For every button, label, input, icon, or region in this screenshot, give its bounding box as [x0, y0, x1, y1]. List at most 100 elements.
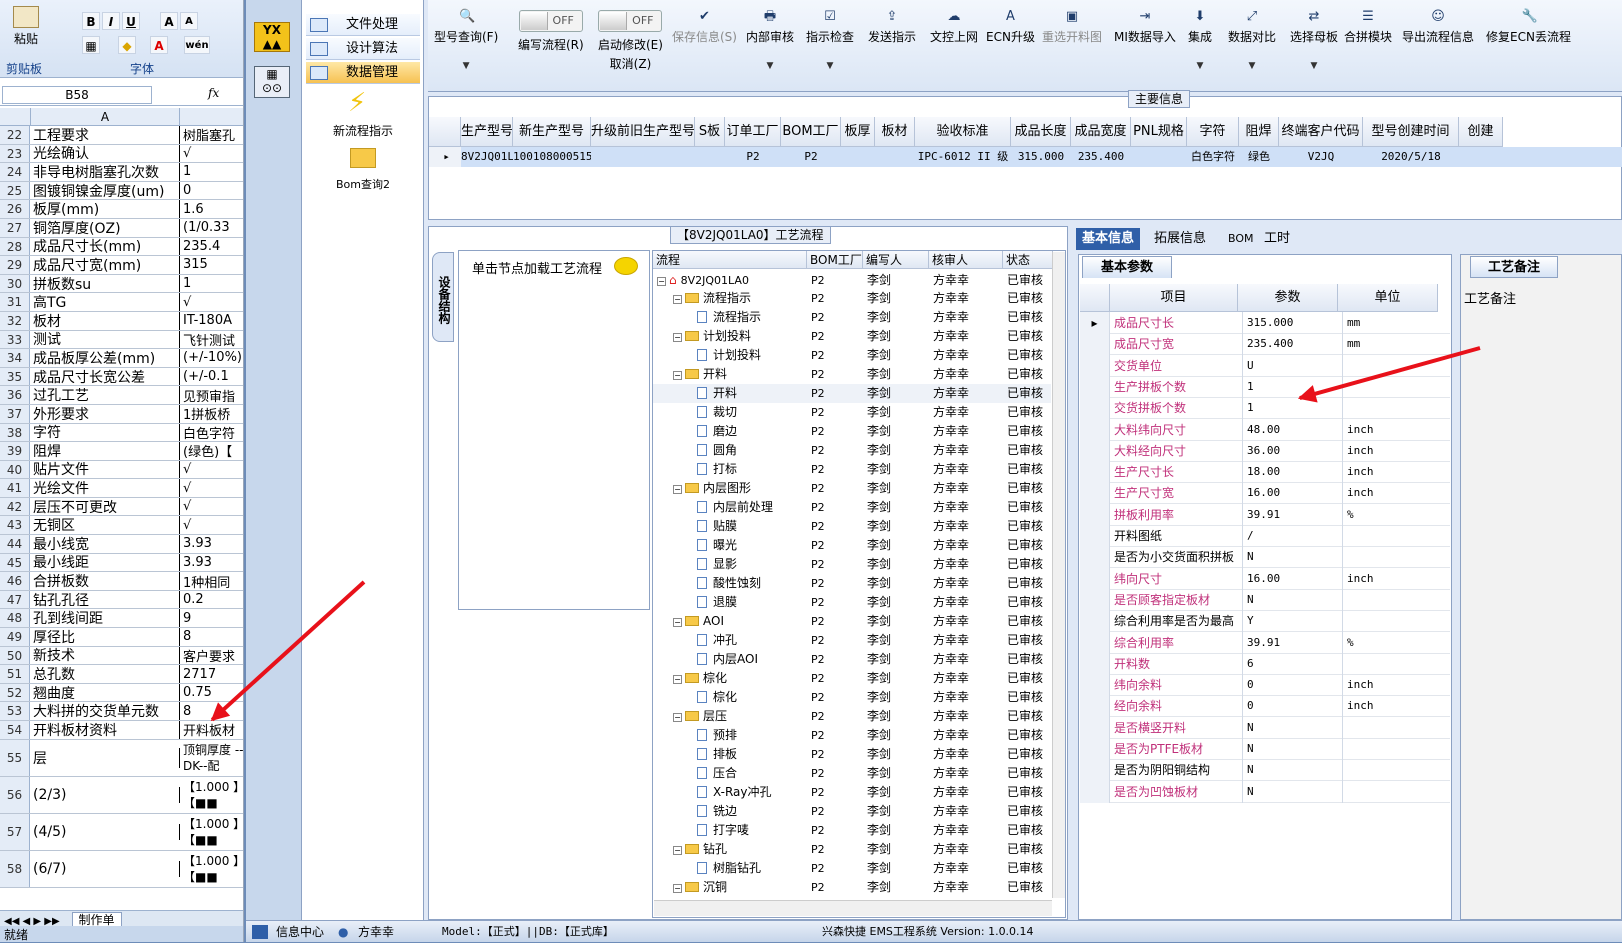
- row-number[interactable]: 26: [0, 200, 30, 218]
- collapse-icon[interactable]: −: [673, 884, 682, 893]
- row-number[interactable]: 24: [0, 163, 30, 181]
- row-number[interactable]: 49: [0, 628, 30, 646]
- cell-a[interactable]: 成品尺寸长(mm): [30, 237, 180, 256]
- cell-a[interactable]: 孔到线间距: [30, 609, 180, 628]
- tree-node[interactable]: 树脂钻孔: [697, 859, 761, 878]
- tree-column-header[interactable]: 核审人: [929, 251, 1003, 269]
- phonetic-button[interactable]: wén: [184, 36, 210, 54]
- dropdown-arrow-icon[interactable]: ▼: [434, 61, 498, 71]
- cell-a[interactable]: (2/3): [30, 786, 180, 803]
- tree-row[interactable]: 树脂钻孔 P2 李剑 方幸幸 已审核: [653, 859, 1051, 878]
- basic-param-row[interactable]: 开料数 6: [1080, 652, 1450, 675]
- tree-node[interactable]: 裁切: [697, 403, 737, 422]
- border-button[interactable]: ▦: [82, 36, 100, 54]
- cell-b[interactable]: 客户要求: [180, 647, 243, 664]
- column-header[interactable]: 板材: [875, 117, 915, 147]
- toolbar-button-6[interactable]: ☑ 指示检查 ▼: [806, 10, 854, 72]
- basic-param-row[interactable]: 是否为凹蚀板材 N: [1080, 780, 1450, 803]
- cell-a[interactable]: 层压不可更改: [30, 497, 180, 516]
- row-selector[interactable]: [1080, 354, 1110, 377]
- tree-node[interactable]: − AOI: [673, 612, 724, 631]
- cell-b[interactable]: 9: [180, 611, 243, 626]
- param-value[interactable]: 39.91: [1242, 631, 1338, 654]
- cell-b[interactable]: 0: [180, 183, 243, 198]
- basic-param-row[interactable]: 纬向余料 0 inch: [1080, 674, 1450, 697]
- info-center-label[interactable]: 信息中心: [276, 921, 324, 943]
- basic-param-row[interactable]: ▸ 成品尺寸长 315.000 mm: [1080, 312, 1450, 334]
- cell-b[interactable]: 顶铜厚度 --DK--配: [180, 742, 243, 774]
- collapse-icon[interactable]: −: [673, 846, 682, 855]
- cell-a[interactable]: 高TG: [30, 293, 180, 311]
- row-selector[interactable]: [1080, 461, 1110, 484]
- cell-a[interactable]: 工程要求: [30, 126, 180, 144]
- row-number[interactable]: 58: [0, 850, 30, 887]
- cell-a[interactable]: 板厚(mm): [30, 200, 180, 218]
- basic-param-row[interactable]: 纬向尺寸 16.00 inch: [1080, 567, 1450, 590]
- tree-row[interactable]: 曝光 P2 李剑 方幸幸 已审核: [653, 536, 1051, 555]
- column-header[interactable]: 订单工厂: [725, 117, 781, 147]
- collapse-icon[interactable]: −: [673, 371, 682, 380]
- basic-param-row[interactable]: 生产尺寸长 18.00 inch: [1080, 461, 1450, 484]
- param-value[interactable]: 39.91: [1242, 503, 1338, 526]
- cell-b[interactable]: 315: [180, 257, 243, 272]
- toolbar-button-15[interactable]: ☰ 合拼模块: [1344, 10, 1392, 45]
- collapse-icon[interactable]: −: [673, 485, 682, 494]
- increase-font-button[interactable]: A: [160, 12, 178, 30]
- nav-item-file[interactable]: 文件处理: [306, 14, 420, 36]
- tree-row[interactable]: 打字唛 P2 李剑 方幸幸 已审核: [653, 821, 1051, 840]
- cell-b[interactable]: 【1.000 】【■■: [180, 779, 243, 811]
- row-number[interactable]: 29: [0, 256, 30, 274]
- row-number[interactable]: 51: [0, 665, 30, 683]
- cell-a[interactable]: 过孔工艺: [30, 386, 180, 404]
- cell-b[interactable]: √: [180, 499, 243, 514]
- cell-a[interactable]: 非导电树脂塞孔次数: [30, 163, 180, 181]
- toolbar-button-10[interactable]: ▣ 重选开料图: [1042, 10, 1102, 45]
- row-number[interactable]: 31: [0, 293, 30, 311]
- row-selector[interactable]: [1080, 738, 1110, 760]
- cell-b[interactable]: 【1.000 】【■■: [180, 853, 243, 885]
- column-header[interactable]: 成品长度: [1011, 117, 1071, 147]
- row-selector[interactable]: [1080, 439, 1110, 462]
- cell-b[interactable]: 1.6: [180, 202, 243, 217]
- row-selector[interactable]: ▸: [1080, 312, 1110, 334]
- row-selector[interactable]: [1080, 652, 1110, 675]
- grid-cell[interactable]: [1459, 147, 1503, 167]
- tree-row[interactable]: 压合 P2 李剑 方幸幸 已审核: [653, 764, 1051, 783]
- basic-param-row[interactable]: 开料图纸 /: [1080, 525, 1450, 547]
- row-selector[interactable]: [1080, 503, 1110, 526]
- cell-b[interactable]: 1: [180, 276, 243, 291]
- param-value[interactable]: 1: [1242, 397, 1338, 420]
- row-number[interactable]: 32: [0, 311, 30, 330]
- basic-param-row[interactable]: 是否顾客指定板材 N: [1080, 588, 1450, 611]
- param-value[interactable]: N: [1242, 780, 1338, 803]
- nav-item-algorithm[interactable]: 设计算法: [306, 38, 420, 60]
- tree-row[interactable]: − ⌂ 8V2JQ01LA0 P2 李剑 方幸幸 已审核: [653, 271, 1051, 290]
- param-value[interactable]: N: [1242, 738, 1338, 760]
- toggle-switch[interactable]: OFF: [598, 10, 663, 32]
- toolbar-button-9[interactable]: A ECN升级: [986, 10, 1035, 45]
- toolbar-button-13[interactable]: ⤢ 数据对比 ▼: [1228, 10, 1276, 72]
- row-number[interactable]: 36: [0, 386, 30, 404]
- row-selector[interactable]: [1080, 695, 1110, 718]
- row-number[interactable]: 55: [0, 739, 30, 776]
- param-value[interactable]: 235.400: [1242, 333, 1338, 356]
- basic-param-row[interactable]: 是否为小交货面积拼板 N: [1080, 546, 1450, 569]
- tree-column-header[interactable]: 编写人: [863, 251, 929, 269]
- param-value[interactable]: /: [1242, 525, 1338, 547]
- row-number[interactable]: 37: [0, 404, 30, 423]
- tree-node[interactable]: 铣边: [697, 802, 737, 821]
- tree-node[interactable]: 退膜: [697, 593, 737, 612]
- cell-b[interactable]: 3.93: [180, 536, 243, 551]
- basic-param-row[interactable]: 生产尺寸宽 16.00 inch: [1080, 482, 1450, 505]
- grid-cell[interactable]: [875, 147, 915, 167]
- tree-column-header[interactable]: BOM工厂: [807, 251, 863, 269]
- basic-param-row[interactable]: 交货拼板个数 1: [1080, 397, 1450, 420]
- tree-row[interactable]: − 开料 P2 李剑 方幸幸 已审核: [653, 365, 1051, 384]
- cell-b[interactable]: √: [180, 481, 243, 496]
- basic-column-header[interactable]: 参数: [1238, 284, 1338, 312]
- row-number[interactable]: 23: [0, 144, 30, 163]
- grid-cell[interactable]: 绿色: [1239, 147, 1279, 167]
- row-selector[interactable]: [1080, 567, 1110, 590]
- toggle-switch[interactable]: OFF: [518, 10, 583, 32]
- collapse-icon[interactable]: −: [673, 713, 682, 722]
